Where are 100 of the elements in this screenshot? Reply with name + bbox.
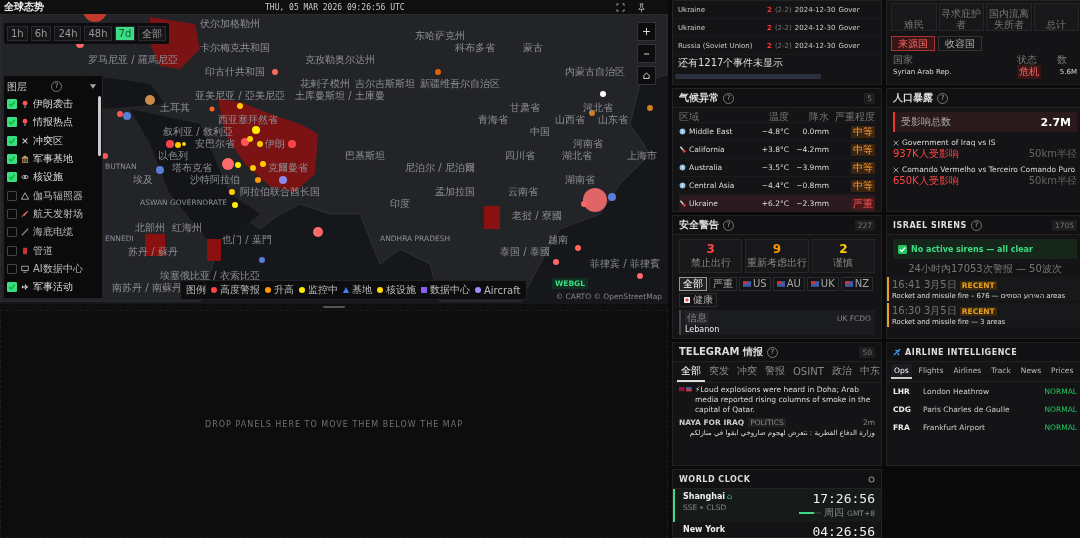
channel-tab[interactable]: 全部	[677, 362, 705, 382]
filter-chip[interactable]: 严重	[709, 277, 737, 291]
map-label: 上海市	[627, 150, 657, 161]
filter-chip[interactable]: 全部	[679, 277, 707, 291]
zoom-in-button[interactable]	[637, 22, 656, 41]
event-marker[interactable]	[313, 227, 323, 237]
snowflake-icon	[679, 182, 686, 189]
map-label: 巴基斯坦	[345, 150, 385, 161]
stat-label: 重新考虑出行	[747, 256, 807, 270]
channel-tab[interactable]: 警报	[761, 362, 789, 382]
settings-icon[interactable]	[868, 475, 875, 483]
filter-chip[interactable]: US	[739, 277, 771, 291]
zoom-out-button[interactable]	[637, 44, 656, 63]
event-marker[interactable]	[252, 126, 260, 134]
layer-checkbox[interactable]	[7, 245, 17, 256]
fullscreen-icon[interactable]	[616, 2, 625, 12]
event-marker[interactable]	[247, 136, 253, 142]
time-filter-button[interactable]: 6h	[30, 26, 52, 41]
map-label: 云南省	[508, 186, 538, 197]
event-marker[interactable]	[123, 112, 131, 120]
event-marker[interactable]	[583, 188, 607, 212]
event-marker[interactable]	[156, 166, 164, 174]
channel-tab[interactable]: 突发	[705, 362, 733, 382]
event-marker[interactable]	[182, 142, 186, 146]
event-marker[interactable]	[232, 202, 238, 208]
home-button[interactable]	[637, 66, 656, 85]
stat-label: 总计	[1046, 19, 1067, 30]
resize-handle[interactable]	[323, 306, 345, 308]
time-filter-button[interactable]: 7d	[114, 26, 136, 41]
scrollbar[interactable]	[675, 74, 821, 79]
event-marker[interactable]	[279, 176, 287, 184]
more-events-text: 还有1217个事件未显示	[677, 56, 785, 70]
filter-chip[interactable]: UK	[806, 277, 839, 291]
layer-checkbox[interactable]	[7, 172, 17, 183]
map-label: 土库曼斯坦 / 土庫曼	[295, 90, 385, 101]
event-marker[interactable]	[237, 103, 243, 109]
map-label: 南苏丹 / 南蘇丹	[112, 282, 182, 293]
event-marker[interactable]	[222, 158, 234, 170]
tab[interactable]: 来源国	[891, 36, 935, 51]
layer-checkbox[interactable]	[7, 282, 17, 293]
event-marker[interactable]	[102, 153, 108, 159]
event-marker[interactable]	[435, 69, 441, 75]
city-name: New York	[683, 525, 726, 534]
event-marker[interactable]	[241, 138, 249, 146]
layer-checkbox[interactable]	[7, 135, 17, 146]
clock-row[interactable]: New York 04:26:56	[673, 522, 881, 537]
time-filter-button[interactable]: 48h	[84, 26, 112, 41]
event-marker[interactable]	[235, 162, 241, 168]
event-marker[interactable]	[637, 273, 643, 279]
layer-checkbox[interactable]	[7, 208, 17, 219]
layer-checkbox[interactable]	[7, 190, 17, 201]
event-marker[interactable]	[250, 165, 256, 171]
event-marker[interactable]	[83, 14, 107, 22]
app-title: 全球态势	[4, 0, 44, 14]
layer-label: 军事活动	[33, 280, 73, 295]
caret-icon[interactable]	[90, 84, 96, 89]
layer-label: 海底电缆	[33, 225, 73, 240]
drop-zone[interactable]: DROP PANELS HERE TO MOVE THEM BELOW THE MAP	[0, 310, 668, 538]
filter-chip[interactable]: 健康	[679, 293, 717, 307]
layer-checkbox[interactable]	[7, 227, 17, 238]
channel-tab[interactable]: 政治	[827, 362, 856, 382]
event-marker[interactable]	[209, 106, 215, 112]
layer-checkbox[interactable]	[7, 263, 17, 274]
layer-checkbox[interactable]	[7, 99, 17, 110]
event-marker[interactable]	[553, 259, 559, 265]
layer-label: 情报热点	[33, 115, 73, 130]
snowflake-icon	[679, 164, 686, 171]
layer-checkbox[interactable]	[7, 154, 17, 165]
scrollbar[interactable]	[98, 96, 101, 156]
time-filter-button[interactable]: 全部	[138, 26, 167, 41]
channel-tab[interactable]: OSINT	[789, 362, 828, 382]
channel-tab[interactable]: 中东	[855, 362, 881, 382]
layer-checkbox[interactable]	[7, 117, 17, 128]
event-marker[interactable]	[117, 111, 123, 117]
time-filter-button[interactable]: 24h	[54, 26, 82, 41]
time-filter-button[interactable]: 1h	[7, 26, 28, 41]
event-marker[interactable]	[145, 95, 155, 105]
map-label: 以色列	[158, 150, 188, 161]
minus-icon	[643, 52, 650, 55]
triangle-icon	[21, 191, 29, 200]
tab[interactable]: 收容国	[938, 36, 982, 51]
filter-chip[interactable]: AU	[772, 277, 805, 291]
event-marker[interactable]	[166, 140, 174, 148]
event-marker[interactable]	[255, 177, 261, 183]
pin-icon[interactable]	[637, 2, 646, 12]
event-marker[interactable]	[581, 201, 587, 207]
event-marker[interactable]	[600, 91, 606, 97]
event-marker[interactable]	[608, 193, 616, 201]
event-marker[interactable]	[257, 141, 263, 147]
event-marker[interactable]	[260, 161, 266, 167]
event-marker[interactable]	[259, 257, 265, 263]
checkmark-icon	[898, 244, 907, 254]
event-marker[interactable]	[229, 189, 235, 195]
event-marker[interactable]	[575, 245, 581, 251]
filter-chip[interactable]: NZ	[840, 277, 874, 291]
event-marker[interactable]	[647, 105, 653, 111]
channel-tab[interactable]: 冲突	[733, 362, 761, 382]
event-marker[interactable]	[288, 140, 296, 148]
event-marker[interactable]	[272, 69, 278, 75]
event-marker[interactable]	[175, 142, 181, 148]
